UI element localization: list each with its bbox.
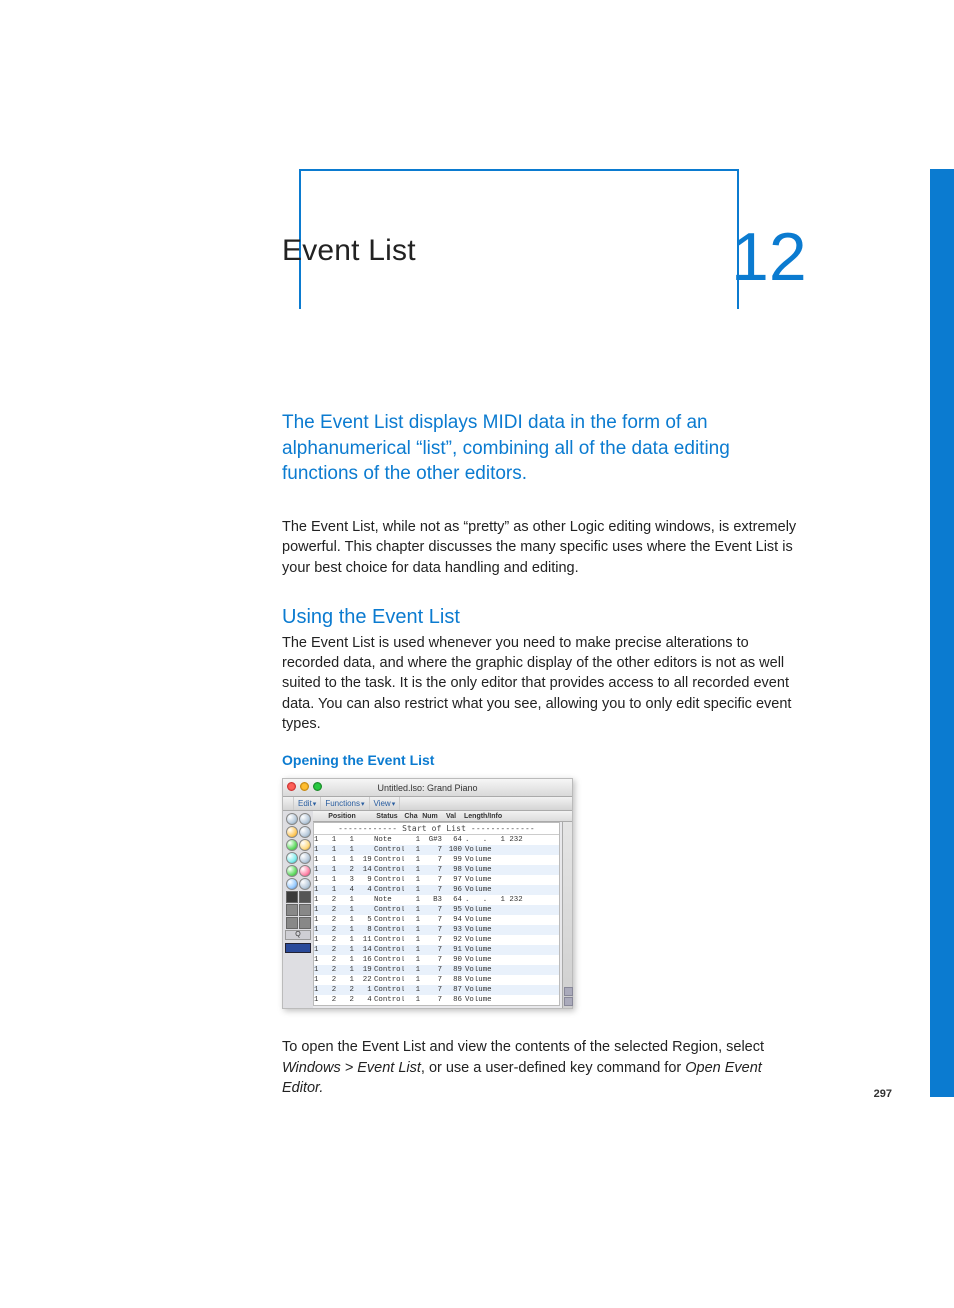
filter-icon[interactable] <box>299 813 311 825</box>
menu-functions[interactable]: Functions▾ <box>321 797 369 810</box>
event-row[interactable]: 1 2 1 113Control1792Volume <box>314 935 559 945</box>
event-row[interactable]: 1 1 2 145Control1798Volume <box>314 865 559 875</box>
midi-in-indicator <box>285 943 311 953</box>
start-of-list-label: ------------ Start of List ------------- <box>314 823 559 835</box>
event-row[interactable]: 1 1 3 97Control1797Volume <box>314 875 559 885</box>
col-num[interactable]: Num <box>419 813 441 820</box>
tool-icon[interactable] <box>286 917 298 929</box>
tool-icon[interactable] <box>299 904 311 916</box>
event-row[interactable]: 1 1 4 49Control1796Volume <box>314 885 559 895</box>
col-val[interactable]: Val <box>441 813 461 820</box>
event-row[interactable]: 1 2 1 197Control1789Volume <box>314 965 559 975</box>
window-title: Untitled.lso: Grand Piano <box>283 783 572 793</box>
column-headers: Position Status Cha Num Val Length/Info <box>313 811 572 822</box>
scrollbar[interactable] <box>562 822 572 1008</box>
menu-edit[interactable]: Edit▾ <box>294 797 321 810</box>
lead-paragraph: The Event List displays MIDI data in the… <box>282 410 802 487</box>
filter-icon[interactable] <box>286 878 298 890</box>
filter-icon[interactable] <box>299 826 311 838</box>
filter-icon[interactable] <box>286 865 298 877</box>
col-cha[interactable]: Cha <box>403 813 419 820</box>
event-row[interactable]: 1 1 1 1Note1G#364. . 1 232 <box>314 835 559 845</box>
side-color-bar <box>930 169 954 1097</box>
filter-sidebar: Q <box>283 811 313 1008</box>
col-status[interactable]: Status <box>371 813 403 820</box>
event-row[interactable]: 1 2 1 85Control1793Volume <box>314 925 559 935</box>
filter-icon[interactable] <box>286 813 298 825</box>
quantize-field[interactable]: Q <box>285 930 311 940</box>
link-icon[interactable] <box>283 797 294 810</box>
filter-icon[interactable] <box>299 839 311 851</box>
col-position[interactable]: Position <box>313 813 371 820</box>
event-row[interactable]: 1 2 2 13Control1787Volume <box>314 985 559 995</box>
event-row[interactable]: 1 2 1 57Control1794Volume <box>314 915 559 925</box>
event-list-body[interactable]: ------------ Start of List -------------… <box>313 822 560 1006</box>
event-row[interactable]: 1 2 1 141Control1791Volume <box>314 945 559 955</box>
section-text: The Event List is used whenever you need… <box>282 633 802 734</box>
pointer-tool-icon[interactable] <box>286 891 298 903</box>
event-row[interactable]: 1 2 1 1Control1795Volume <box>314 905 559 915</box>
col-length[interactable]: Length/Info <box>461 813 562 820</box>
window-titlebar: Untitled.lso: Grand Piano <box>283 779 572 797</box>
menu-view[interactable]: View▾ <box>370 797 401 810</box>
chapter-title: Event List <box>282 234 416 268</box>
event-row[interactable]: 1 2 1 169Control1790Volume <box>314 955 559 965</box>
tool-icon[interactable] <box>286 904 298 916</box>
event-row[interactable]: 1 2 1 225Control1788Volume <box>314 975 559 985</box>
tool-icon[interactable] <box>299 891 311 903</box>
event-row[interactable]: 1 2 2 41Control1786Volume <box>314 995 559 1005</box>
event-row[interactable]: 1 1 1 1Control17100Volume <box>314 845 559 855</box>
filter-icon[interactable] <box>286 839 298 851</box>
menu-bar: Edit▾ Functions▾ View▾ <box>283 797 572 811</box>
filter-icon[interactable] <box>299 878 311 890</box>
event-row[interactable]: 1 1 1 193Control1799Volume <box>314 855 559 865</box>
filter-icon[interactable] <box>299 852 311 864</box>
filter-icon[interactable] <box>286 826 298 838</box>
filter-icon[interactable] <box>286 852 298 864</box>
subheading: Opening the Event List <box>282 752 802 768</box>
intro-paragraph: The Event List, while not as “pretty” as… <box>282 517 802 578</box>
event-row[interactable]: 1 2 1 1Note1B364. . 1 232 <box>314 895 559 905</box>
event-list-screenshot: Untitled.lso: Grand Piano Edit▾ Function… <box>282 778 573 1009</box>
filter-icon[interactable] <box>299 865 311 877</box>
section-heading: Using the Event List <box>282 606 802 629</box>
tool-icon[interactable] <box>299 917 311 929</box>
chapter-number: 12 <box>731 218 807 296</box>
after-screenshot-text: To open the Event List and view the cont… <box>282 1037 802 1098</box>
page-number: 297 <box>874 1088 892 1100</box>
